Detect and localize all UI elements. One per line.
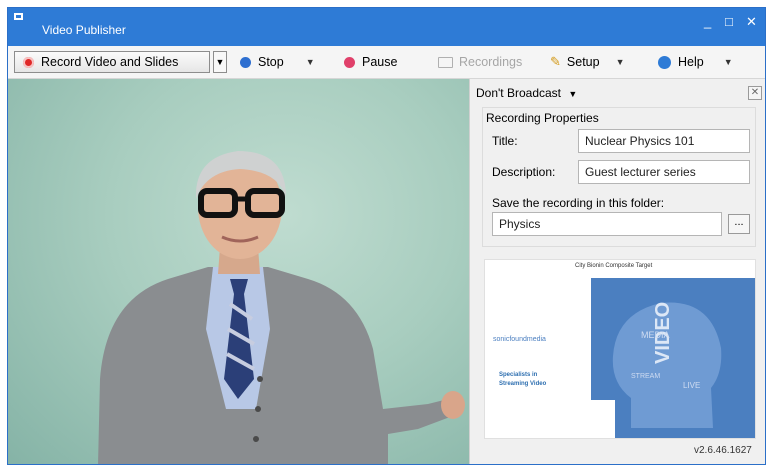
maximize-button[interactable]: □ — [725, 14, 733, 29]
help-icon — [658, 55, 671, 69]
slide-header: City Bionin Composite Target — [575, 263, 653, 269]
slide-tagline-1: Specialists in — [499, 372, 538, 378]
svg-text:LIVE: LIVE — [683, 381, 700, 390]
close-button[interactable]: ✕ — [746, 14, 757, 30]
pause-icon — [344, 56, 355, 68]
pause-button[interactable]: Pause — [344, 51, 397, 73]
app-icon — [14, 13, 23, 20]
broadcast-dropdown[interactable]: Don't Broadcast ▼ — [476, 86, 577, 100]
recordings-button[interactable]: Recordings — [438, 51, 522, 73]
browse-button[interactable]: ... — [728, 214, 750, 234]
help-label: Help — [678, 55, 704, 69]
folder-field[interactable]: Physics — [492, 212, 722, 236]
window-title: Video Publisher — [42, 23, 126, 37]
chevron-down-icon[interactable]: ▼ — [306, 57, 315, 67]
side-panel: Don't Broadcast ▼ ✕ Recording Properties… — [469, 79, 765, 464]
description-field[interactable]: Guest lecturer series — [578, 160, 750, 184]
title-bar: Video Publisher _ □ ✕ — [8, 8, 765, 46]
help-button[interactable]: Help ▼ — [658, 51, 733, 73]
svg-text:MEDIA: MEDIA — [641, 330, 670, 340]
version-label: v2.6.46.1627 — [694, 445, 752, 456]
record-button[interactable]: Record Video and Slides — [14, 51, 210, 73]
section-title: Recording Properties — [486, 111, 599, 125]
video-preview — [8, 79, 469, 464]
slide-logo: sonicfoundmedia — [493, 336, 546, 343]
close-panel-icon[interactable]: ✕ — [748, 86, 762, 100]
slide-tagline-2: Streaming Video — [499, 381, 547, 387]
slide-whitespace — [585, 400, 615, 438]
broadcast-label: Don't Broadcast — [476, 86, 562, 100]
title-label: Title: — [492, 134, 518, 148]
wrench-icon: ✎ — [550, 54, 561, 69]
svg-text:STREAM: STREAM — [631, 373, 660, 380]
chevron-down-icon[interactable]: ▼ — [724, 57, 733, 67]
stop-icon — [240, 56, 251, 68]
slide-graphic-panel: VIDEO MEDIA LIVE STREAM — [591, 278, 755, 438]
setup-label: Setup — [566, 55, 600, 69]
presenter-video-frame — [98, 151, 465, 464]
chevron-down-icon: ▼ — [215, 57, 225, 67]
head-wordcloud-icon: VIDEO MEDIA LIVE STREAM — [612, 302, 722, 428]
slide-preview: City Bionin Composite Target VIDEO MEDIA… — [484, 259, 756, 439]
recordings-label: Recordings — [459, 55, 523, 69]
stop-label: Stop — [258, 55, 284, 69]
description-label: Description: — [492, 165, 556, 179]
chevron-down-icon: ▼ — [568, 89, 578, 99]
record-icon — [23, 56, 34, 68]
folder-icon — [438, 56, 453, 68]
setup-button[interactable]: ✎ Setup ▼ — [550, 51, 625, 73]
app-window: Video Publisher _ □ ✕ Record Video and S… — [7, 7, 766, 465]
record-label: Record Video and Slides — [41, 55, 179, 69]
stop-button[interactable]: Stop ▼ — [240, 51, 315, 73]
minimize-button[interactable]: _ — [704, 14, 711, 29]
chevron-down-icon[interactable]: ▼ — [616, 57, 625, 67]
record-dropdown-button[interactable]: ▼ — [213, 51, 227, 73]
folder-label: Save the recording in this folder: — [492, 196, 665, 210]
title-field[interactable]: Nuclear Physics 101 — [578, 129, 750, 153]
toolbar: Record Video and Slides ▼ Stop ▼ Pause R… — [8, 46, 765, 79]
pause-label: Pause — [362, 55, 398, 69]
